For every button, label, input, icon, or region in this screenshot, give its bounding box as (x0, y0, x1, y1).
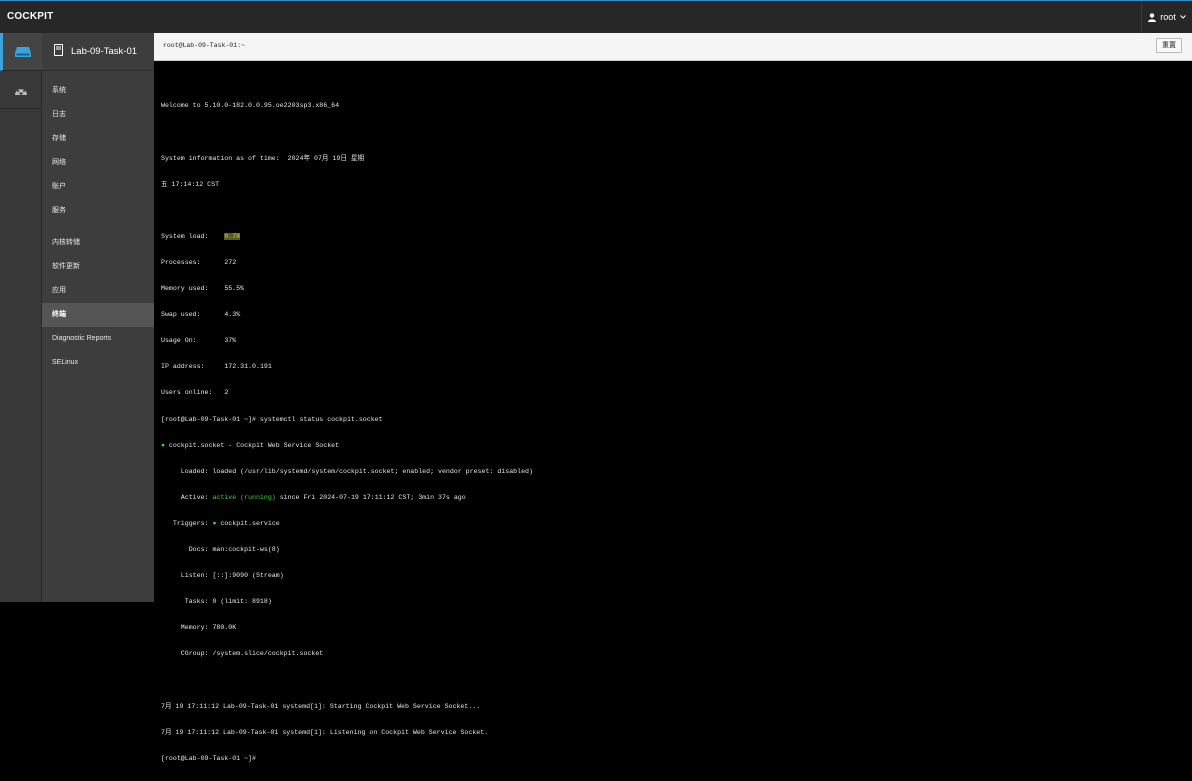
stat-value: 172.31.0.191 (224, 363, 272, 371)
sidebar-item-storage[interactable]: 存储 (42, 127, 154, 151)
brand-logo[interactable]: COCKPIT (7, 11, 53, 22)
terminal-line-log: 7月 19 17:11:12 Lab-09-Task-01 systemd[1]… (161, 702, 481, 710)
stat-row: Usage On: 37% (161, 337, 533, 346)
sidebar-item-system[interactable]: 系统 (42, 79, 154, 103)
terminal-line-active: Active: active (running) since Fri 2024-… (161, 493, 466, 501)
stat-row: Users online: 2 (161, 389, 533, 398)
reset-button[interactable]: 重置 (1156, 38, 1182, 53)
terminal-line-docs: Docs: man:cockpit-ws(8) (161, 546, 280, 553)
chevron-down-icon (1179, 15, 1186, 19)
sidebar-item-services[interactable]: 服务 (42, 199, 154, 223)
user-name: root (1160, 12, 1176, 22)
terminal-line-unit: ● cockpit.socket - Cockpit Web Service S… (161, 441, 340, 449)
stat-label: Processes: (161, 258, 201, 266)
terminal-header: root@Lab-09-Task-01:~ 重置 (154, 33, 1192, 61)
sidebar-item-selinux[interactable]: SELinux (42, 351, 154, 375)
terminal-screen[interactable]: Welcome to 5.10.0-182.0.0.95.oe2203sp3.x… (161, 85, 533, 781)
host-name: Lab-09-Task-01 (71, 46, 138, 57)
stat-value: 2 (224, 389, 229, 397)
stat-value: 272 (224, 258, 237, 266)
host-switcher-bar (0, 33, 42, 602)
terminal-line-command: [root@Lab-09-Task-01 ~]# systemctl statu… (161, 415, 383, 423)
stat-label: System load: (161, 232, 209, 240)
host-header[interactable]: Lab-09-Task-01 (42, 33, 154, 71)
terminal-line-sysinfo: System information as of time: 2024年 07月… (161, 154, 365, 162)
stat-value: 4.3% (224, 311, 241, 319)
stat-value: 55.5% (224, 285, 245, 293)
sidebar-item-kdump[interactable]: 内核转储 (42, 231, 154, 255)
stat-label: Usage On: (161, 337, 197, 345)
terminal-line-sysinfo-time: 五 17:14:12 CST (161, 180, 220, 188)
sidebar-item-logs[interactable]: 日志 (42, 103, 154, 127)
stat-label: Users online: (161, 389, 213, 397)
user-icon (1148, 12, 1157, 22)
terminal-title: root@Lab-09-Task-01:~ (163, 42, 245, 49)
sidebar-item-networking[interactable]: 网络 (42, 151, 154, 175)
sidebar-item-terminal[interactable]: 终端 (42, 303, 154, 327)
stat-label: Swap used: (161, 311, 201, 319)
terminal-line-triggers: Triggers: ● cockpit.service (161, 519, 280, 527)
terminal-panel: root@Lab-09-Task-01:~ 重置 Welcome to 5.10… (154, 33, 1192, 762)
stat-label: Memory used: (161, 285, 209, 293)
user-menu[interactable]: root (1141, 1, 1192, 33)
terminal-line-prompt: [root@Lab-09-Task-01 ~]# (161, 754, 256, 762)
terminal-line-welcome: Welcome to 5.10.0-182.0.0.95.oe2203sp3.x… (161, 102, 340, 110)
stat-row: Memory used: 55.5% (161, 285, 533, 294)
sidebar-item-applications[interactable]: 应用 (42, 279, 154, 303)
stat-value: 37% (224, 337, 237, 345)
sidebar: Lab-09-Task-01 系统 日志 存储 网络 账户 服务 内核转储 软件… (42, 33, 154, 602)
terminal-line-listen: Listen: [::]:9090 (Stream) (161, 572, 284, 580)
stat-value: 0.78 (224, 232, 241, 240)
terminal-line-tasks: Tasks: 0 (limit: 8918) (161, 598, 272, 606)
sidebar-nav: 系统 日志 存储 网络 账户 服务 内核转储 软件更新 应用 终端 Diagno… (42, 79, 154, 375)
terminal-line-loaded: Loaded: loaded (/usr/lib/systemd/system/… (161, 467, 533, 475)
stat-label: IP address: (161, 363, 205, 371)
server-icon (54, 44, 63, 59)
sidebar-item-diagnostic-reports[interactable]: Diagnostic Reports (42, 327, 154, 351)
dashboard-icon[interactable] (0, 71, 42, 109)
host-icon[interactable] (0, 33, 42, 71)
top-navbar: COCKPIT root (0, 0, 1192, 33)
stat-row: Swap used: 4.3% (161, 311, 533, 320)
sidebar-item-accounts[interactable]: 账户 (42, 175, 154, 199)
sidebar-item-software-updates[interactable]: 软件更新 (42, 255, 154, 279)
stat-row: Processes: 272 (161, 259, 533, 268)
terminal-line-cgroup: CGroup: /system.slice/cockpit.socket (161, 650, 324, 658)
active-state: active (running) (212, 493, 276, 501)
stat-row: IP address: 172.31.0.191 (161, 363, 533, 372)
terminal-line-memory: Memory: 780.0K (161, 624, 237, 632)
stat-row: System load: 0.78 (161, 232, 533, 242)
terminal-line-log: 7月 19 17:11:12 Lab-09-Task-01 systemd[1]… (161, 728, 489, 736)
